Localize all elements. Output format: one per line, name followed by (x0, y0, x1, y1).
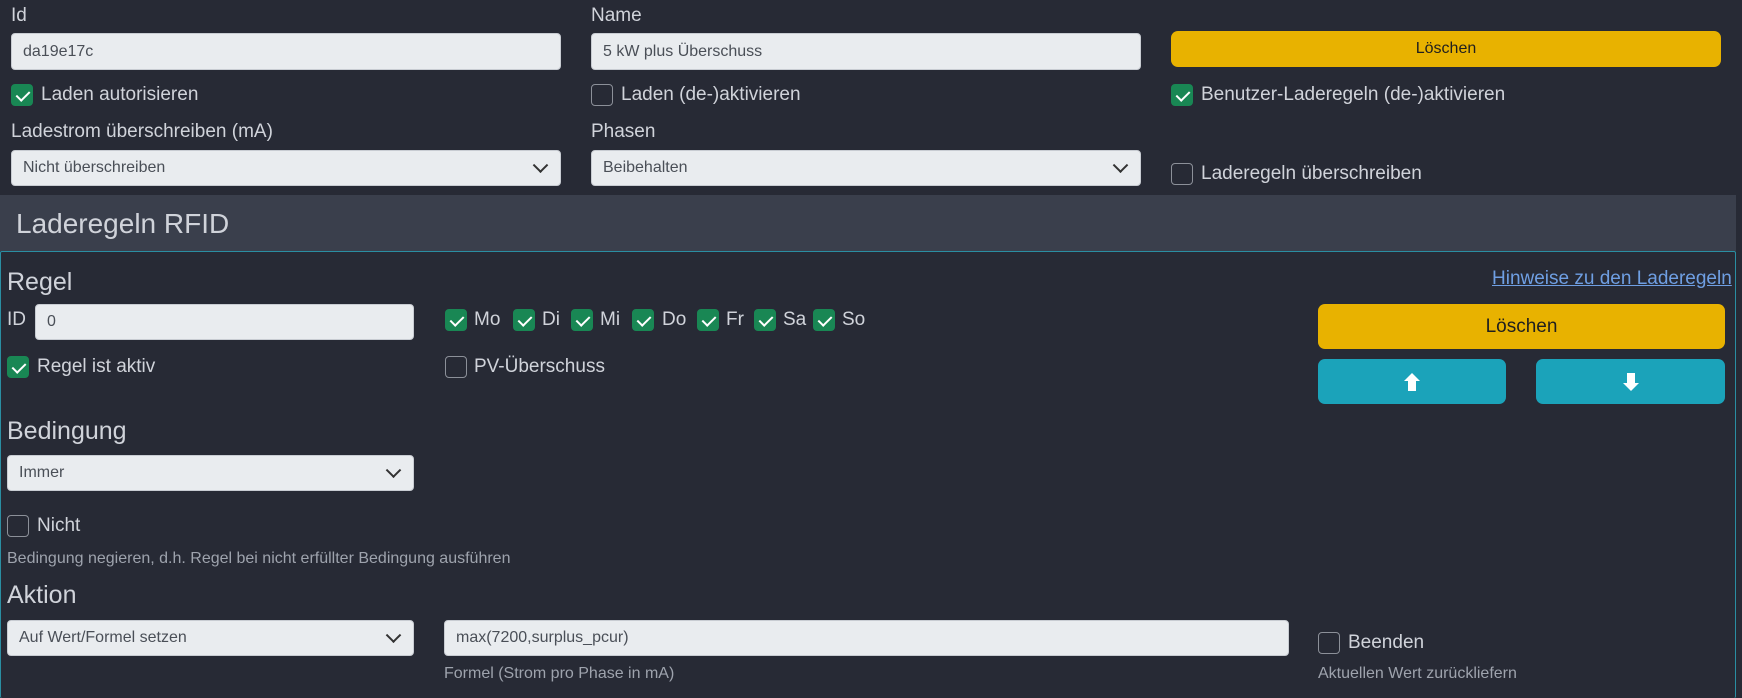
chevron-down-icon (385, 462, 402, 479)
activate-checkbox[interactable] (591, 84, 613, 106)
name-input[interactable]: 5 kW plus Überschuss (591, 33, 1141, 70)
formula-help: Formel (Strom pro Phase in mA) (444, 665, 675, 682)
condition-not-label: Nicht (37, 515, 81, 536)
chevron-down-icon (1112, 157, 1129, 174)
end-checkbox[interactable] (1318, 632, 1340, 654)
day-mo-label: Mo (474, 309, 501, 330)
id-input[interactable]: da19e17c (11, 33, 561, 70)
rule-hints-link[interactable]: Hinweise zu den Laderegeln (1492, 268, 1732, 290)
rule-heading: Regel (7, 268, 73, 296)
pv-surplus-label: PV-Überschuss (474, 356, 605, 377)
current-select-value: Nicht überschreiben (23, 159, 166, 176)
delete-tag-button[interactable]: Löschen (1171, 31, 1721, 67)
day-mo-checkbox[interactable] (445, 309, 467, 331)
user-rules-checkbox[interactable] (1171, 84, 1193, 106)
action-heading: Aktion (7, 581, 77, 609)
day-mi-checkbox[interactable] (571, 309, 593, 331)
day-fr-checkbox[interactable] (697, 309, 719, 331)
day-so-label: So (842, 309, 866, 330)
pv-surplus-checkbox[interactable] (445, 356, 467, 378)
condition-select-value: Immer (19, 464, 65, 481)
condition-not-checkbox[interactable] (7, 515, 29, 537)
id-label: Id (11, 5, 27, 26)
override-rules-checkbox[interactable] (1171, 163, 1193, 185)
move-down-button[interactable] (1536, 359, 1725, 404)
end-label: Beenden (1348, 632, 1425, 653)
name-label: Name (591, 5, 642, 26)
chevron-down-icon (385, 627, 402, 644)
current-select[interactable]: Nicht überschreiben (11, 150, 561, 186)
condition-heading: Bedingung (7, 417, 127, 445)
condition-select[interactable]: Immer (7, 455, 414, 491)
override-rules-label: Laderegeln überschreiben (1201, 163, 1422, 184)
rule-active-checkbox[interactable] (7, 356, 29, 378)
action-select-value: Auf Wert/Formel setzen (19, 629, 187, 646)
phases-select[interactable]: Beibehalten (591, 150, 1141, 186)
move-up-button[interactable] (1318, 359, 1506, 404)
day-mi-label: Mi (600, 309, 621, 330)
section-title: Laderegeln RFID (16, 208, 230, 239)
day-so-checkbox[interactable] (813, 309, 835, 331)
arrow-down-icon (1622, 372, 1639, 391)
chevron-down-icon (532, 157, 549, 174)
day-do-label: Do (662, 309, 687, 330)
section-header: Laderegeln RFID (0, 195, 1736, 251)
end-help: Aktuellen Wert zurückliefern (1318, 665, 1517, 682)
arrow-up-icon (1404, 372, 1420, 391)
activate-label: Laden (de-)aktivieren (621, 84, 801, 105)
day-fr-label: Fr (726, 309, 744, 330)
day-di-checkbox[interactable] (513, 309, 535, 331)
action-select[interactable]: Auf Wert/Formel setzen (7, 620, 414, 656)
condition-not-help: Bedingung negieren, d.h. Regel bei nicht… (7, 550, 511, 567)
authorize-checkbox[interactable] (11, 84, 33, 106)
delete-rule-button[interactable]: Löschen (1318, 304, 1725, 349)
day-di-label: Di (542, 309, 560, 330)
formula-input[interactable]: max(7200,surplus_pcur) (444, 620, 1289, 656)
current-label: Ladestrom überschreiben (mA) (11, 121, 273, 142)
day-sa-label: Sa (783, 309, 807, 330)
phases-select-value: Beibehalten (603, 159, 688, 176)
rule-active-label: Regel ist aktiv (37, 356, 156, 377)
day-do-checkbox[interactable] (632, 309, 654, 331)
phases-label: Phasen (591, 121, 656, 142)
authorize-label: Laden autorisieren (41, 84, 199, 105)
rule-id-label: ID (7, 309, 26, 330)
rule-id-input[interactable]: 0 (35, 304, 414, 340)
day-sa-checkbox[interactable] (754, 309, 776, 331)
user-rules-label: Benutzer-Laderegeln (de-)aktivieren (1201, 84, 1506, 105)
